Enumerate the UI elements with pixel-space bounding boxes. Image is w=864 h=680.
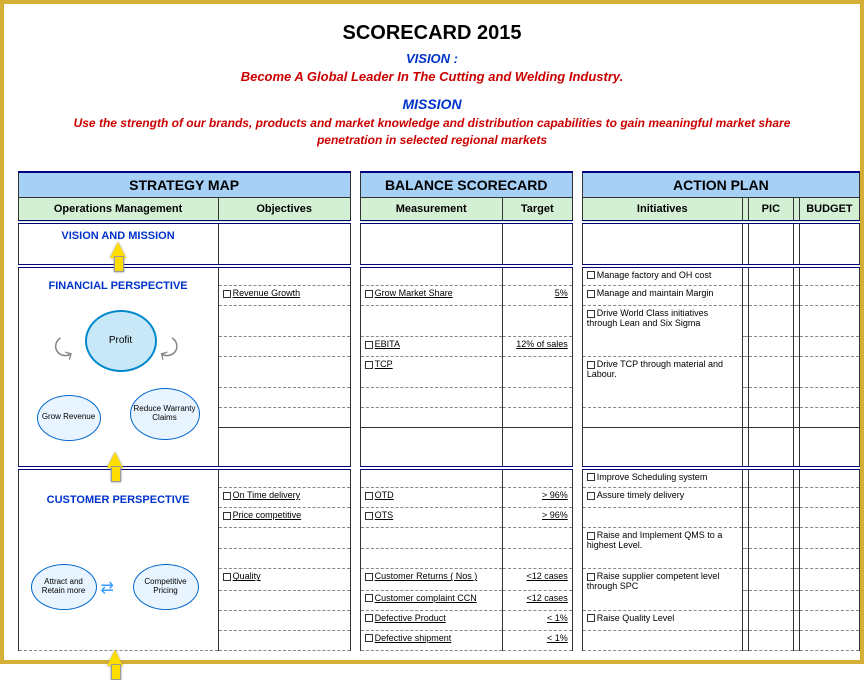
cust-target-5: <12 cases <box>502 590 572 610</box>
cust-target-4: <12 cases <box>502 569 572 590</box>
fin-meas-2: TCP <box>360 357 502 388</box>
cust-meas-0: OTD <box>360 488 502 508</box>
budget-col-header: BUDGET <box>799 198 859 222</box>
curve-arrow-icon: ⤹ <box>156 334 182 365</box>
customer-label: CUSTOMER PERSPECTIVE <box>25 494 212 506</box>
mission-text: Use the strength of our brands, products… <box>32 115 832 149</box>
cust-target-7: < 1% <box>502 630 572 650</box>
profit-bubble: Profit <box>85 310 157 372</box>
reduce-warranty-bubble: Reduce Warranty Claims <box>130 388 200 440</box>
fin-init-1: Manage and maintain Margin <box>582 286 742 306</box>
cust-init-4: Raise supplier competent level through S… <box>582 569 742 610</box>
cust-init-6: Raise Quality Level <box>582 610 742 630</box>
cust-obj-0: On Time delivery <box>218 488 350 508</box>
init-col-header: Initiatives <box>582 198 742 222</box>
fin-init-0: Manage factory and OH cost <box>582 266 742 286</box>
arrow-up-icon <box>25 242 212 258</box>
vision-label: VISION : <box>32 51 832 66</box>
strategy-header: STRATEGY MAP <box>18 172 350 198</box>
cust-meas-5: Customer complaint CCN <box>360 590 502 610</box>
fin-obj-0: Revenue Growth <box>218 286 350 306</box>
balance-header: BALANCE SCORECARD <box>360 172 572 198</box>
cust-meas-4: Customer Returns ( Nos ) <box>360 569 502 590</box>
meas-col-header: Measurement <box>360 198 502 222</box>
cust-meas-6: Defective Product <box>360 610 502 630</box>
target-col-header: Target <box>502 198 572 222</box>
customer-strategy-cell: CUSTOMER PERSPECTIVE Attract and Retain … <box>18 468 218 651</box>
page-title: SCORECARD 2015 <box>32 22 832 45</box>
curve-arrow-icon: ⤹ <box>48 334 74 365</box>
obj-col-header: Objectives <box>218 198 350 222</box>
financial-label: FINANCIAL PERSPECTIVE <box>25 280 212 292</box>
cust-target-0: > 96% <box>502 488 572 508</box>
double-arrow-icon: ⇄ <box>101 578 114 598</box>
scorecard-grid: STRATEGY MAP BALANCE SCORECARD ACTION PL… <box>4 171 860 651</box>
cust-init-1: Assure timely delivery <box>582 488 742 508</box>
vision-perspective-label: VISION AND MISSION <box>25 230 212 242</box>
mission-label: MISSION <box>32 96 832 112</box>
attract-bubble: Attract and Retain more <box>31 564 97 610</box>
arrow-up-icon <box>107 650 123 666</box>
cust-target-6: < 1% <box>502 610 572 630</box>
grow-revenue-bubble: Grow Revenue <box>37 395 101 441</box>
fin-init-2: Drive World Class initiatives through Le… <box>582 306 742 357</box>
cust-target-1: > 96% <box>502 508 572 528</box>
fin-init-3: Drive TCP through material and Labour. <box>582 357 742 408</box>
cust-obj-4: Quality <box>218 569 350 590</box>
comp-price-bubble: Competitive Pricing <box>133 564 199 610</box>
cust-meas-7: Defective shipment <box>360 630 502 650</box>
fin-meas-1: EBITA <box>360 337 502 357</box>
financial-strategy-cell: FINANCIAL PERSPECTIVE Profit Grow Revenu… <box>18 266 218 468</box>
fin-meas-0: Grow Market Share <box>360 286 502 306</box>
pic-col-header: PIC <box>748 198 793 222</box>
cust-obj-1: Price competitive <box>218 508 350 528</box>
action-header: ACTION PLAN <box>582 172 859 198</box>
ops-col-header: Operations Management <box>18 198 218 222</box>
vision-text: Become A Global Leader In The Cutting an… <box>32 69 832 84</box>
fin-target-0: 5% <box>502 286 572 306</box>
vision-mission-cell: VISION AND MISSION <box>18 222 218 266</box>
fin-target-1: 12% of sales <box>502 337 572 357</box>
cust-meas-1: OTS <box>360 508 502 528</box>
cust-init-0: Improve Scheduling system <box>582 468 742 488</box>
arrow-up-icon <box>107 452 123 468</box>
cust-init-3: Raise and Implement QMS to a highest Lev… <box>582 528 742 569</box>
